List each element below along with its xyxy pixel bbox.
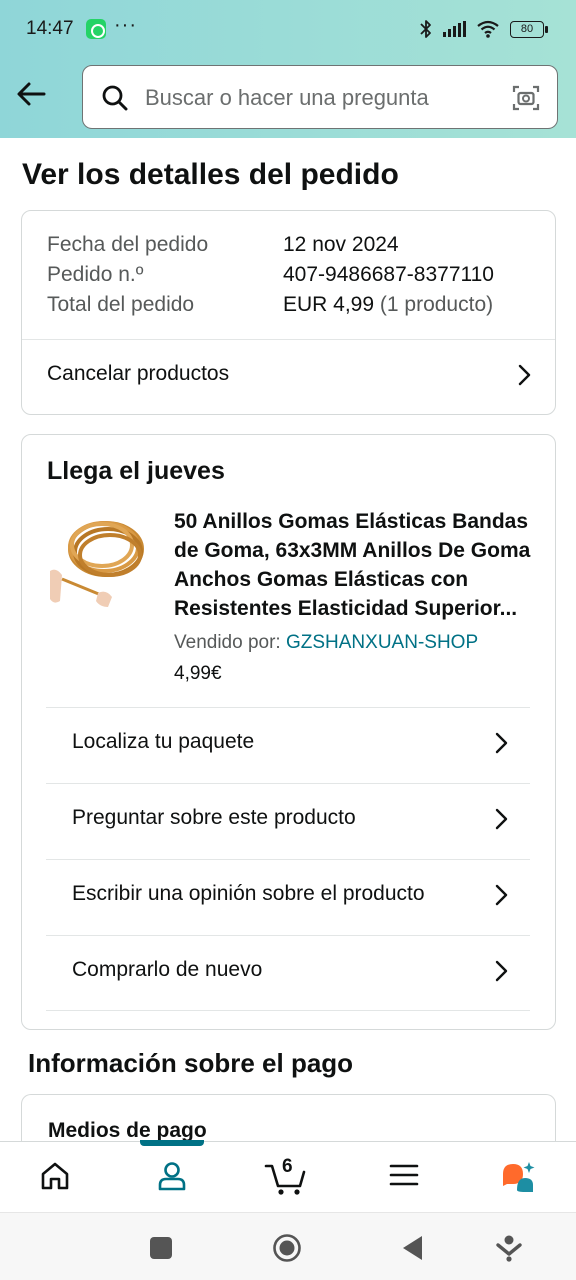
camera-search-icon[interactable]	[511, 83, 541, 113]
status-bar: 14:47 ··· 80	[0, 0, 576, 58]
search-header: Buscar o hacer una pregunta	[0, 58, 576, 138]
nav-menu[interactable]	[364, 1142, 444, 1212]
status-indicators: 80	[419, 17, 548, 41]
chevron-right-icon	[495, 808, 508, 830]
recent-apps-icon[interactable]	[146, 1233, 176, 1263]
write-review-label: Escribir una opinión sobre el producto	[72, 882, 425, 905]
search-input[interactable]: Buscar o hacer una pregunta	[82, 65, 558, 129]
seller-line: Vendido por: GZSHANXUAN-SHOP	[174, 632, 478, 654]
track-package-row[interactable]: Localiza tu paquete	[46, 707, 530, 783]
order-number-row: Pedido n.º 407-9486687-8377110	[47, 263, 494, 287]
product-price: 4,99€	[174, 663, 222, 684]
nav-account[interactable]	[132, 1142, 212, 1212]
status-time: 14:47	[26, 18, 74, 39]
write-review-row[interactable]: Escribir una opinión sobre el producto	[46, 859, 530, 935]
order-total-row: Total del pedido EUR 4,99 (1 producto)	[47, 293, 493, 317]
chevron-right-icon	[495, 732, 508, 754]
track-package-label: Localiza tu paquete	[72, 730, 255, 753]
chevron-right-icon	[518, 364, 531, 386]
cancel-products-label: Cancelar productos	[47, 362, 230, 385]
cancel-products-row[interactable]: Cancelar productos	[22, 340, 555, 415]
delivery-heading: Llega el jueves	[47, 457, 225, 485]
back-arrow-icon[interactable]	[14, 76, 50, 112]
home-icon	[41, 1162, 69, 1190]
menu-icon	[389, 1164, 419, 1186]
account-icon	[158, 1162, 186, 1191]
product-image[interactable]	[46, 509, 146, 609]
order-date-label: Fecha del pedido	[47, 233, 209, 256]
ask-about-product-label: Preguntar sobre este producto	[72, 806, 356, 829]
rufus-assistant-icon	[503, 1162, 535, 1192]
wifi-icon	[477, 20, 499, 38]
order-total-value: EUR 4,99 (1 producto)	[283, 293, 494, 316]
order-number-label: Pedido n.º	[47, 263, 144, 286]
order-summary-card: Fecha del pedido 12 nov 2024 Pedido n.º …	[21, 210, 556, 415]
buy-again-label: Comprarlo de nuevo	[72, 958, 263, 981]
search-icon	[102, 85, 128, 111]
delivery-card: Llega el jueves 50 Anillos Gomas Elástic…	[21, 434, 556, 1030]
order-total-label: Total del pedido	[47, 293, 195, 316]
nav-home[interactable]	[15, 1142, 95, 1212]
bottom-nav: 6	[0, 1140, 576, 1212]
back-button-icon[interactable]	[398, 1233, 428, 1263]
system-nav-bar	[0, 1212, 576, 1280]
ask-about-product-row[interactable]: Preguntar sobre este producto	[46, 783, 530, 859]
order-item-count: (1 producto)	[379, 293, 494, 316]
assistant-shortcut-icon[interactable]	[494, 1233, 524, 1263]
search-placeholder: Buscar o hacer una pregunta	[145, 85, 429, 110]
product-title-link[interactable]: 50 Anillos Gomas Elásticas Bandas de Gom…	[174, 507, 544, 623]
whatsapp-notification-icon	[86, 19, 106, 39]
chevron-right-icon	[495, 960, 508, 982]
buy-again-row[interactable]: Comprarlo de nuevo	[46, 935, 530, 1011]
cart-count-badge: 6	[282, 1156, 293, 1177]
page-title: Ver los detalles del pedido	[22, 158, 399, 191]
nav-cart[interactable]: 6	[246, 1142, 326, 1212]
chevron-right-icon	[495, 884, 508, 906]
order-number-value: 407-9486687-8377110	[283, 263, 494, 286]
nav-assistant[interactable]	[478, 1142, 558, 1212]
more-notifications-icon: ···	[114, 14, 137, 36]
cellular-signal-icon	[443, 21, 466, 37]
home-button-icon[interactable]	[272, 1233, 302, 1263]
order-date-value: 12 nov 2024	[283, 233, 399, 256]
seller-link[interactable]: GZSHANXUAN-SHOP	[286, 632, 478, 653]
bluetooth-icon	[420, 20, 431, 38]
order-date-row: Fecha del pedido 12 nov 2024	[47, 233, 399, 257]
battery-icon: 80	[510, 20, 548, 38]
payment-info-heading: Información sobre el pago	[28, 1048, 354, 1078]
seller-label: Vendido por:	[174, 632, 281, 653]
